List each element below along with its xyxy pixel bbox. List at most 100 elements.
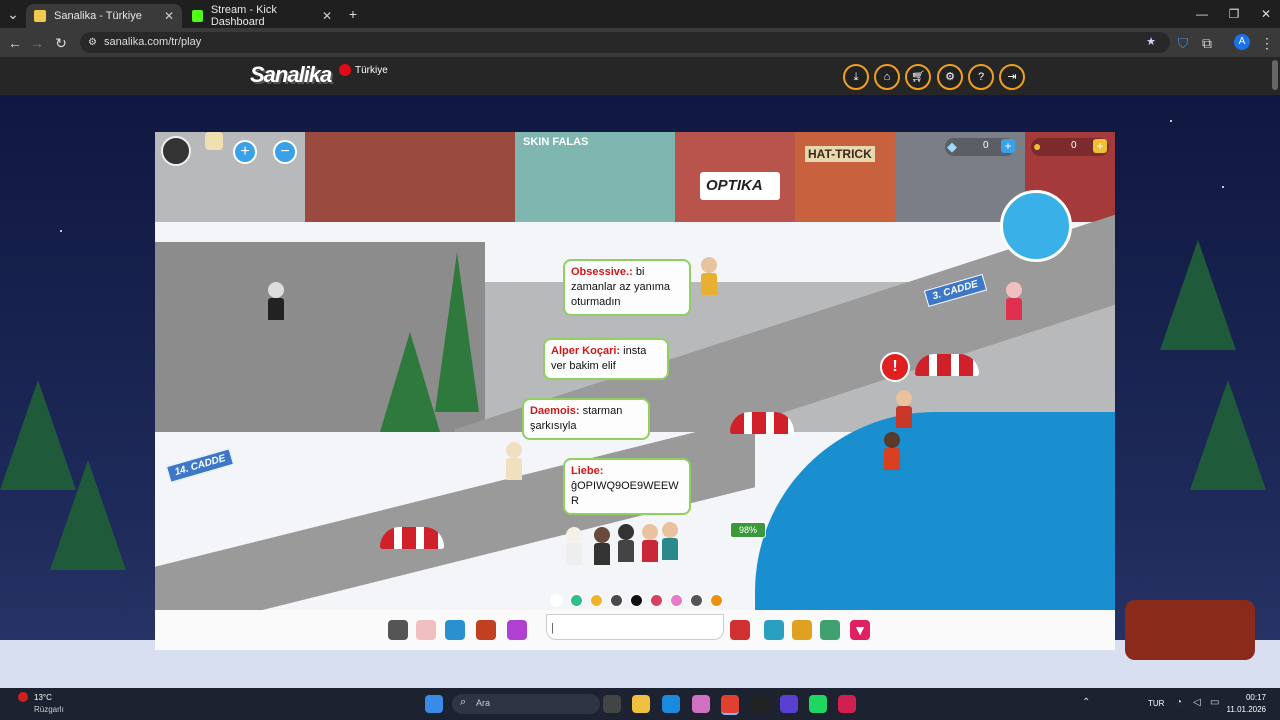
back-icon[interactable]: ←: [6, 34, 24, 52]
site-info-icon[interactable]: ⚙: [88, 32, 97, 53]
bookmark-star-icon[interactable]: ★: [1146, 32, 1156, 53]
dance-icon[interactable]: [445, 620, 465, 640]
zoom-in-button[interactable]: +: [233, 140, 257, 164]
task-view-icon[interactable]: [603, 695, 621, 713]
color-option[interactable]: [630, 594, 643, 607]
profile-avatar[interactable]: A: [1234, 34, 1250, 50]
player-avatar-portrait[interactable]: [161, 136, 191, 166]
spotify-icon[interactable]: [809, 695, 827, 713]
help-icon[interactable]: ?: [968, 64, 994, 90]
taskbar-search[interactable]: ⌕ Ara: [452, 694, 600, 714]
minimize-button[interactable]: —: [1186, 0, 1218, 28]
phone-icon[interactable]: [388, 620, 408, 640]
santa-sleigh: [1125, 600, 1255, 660]
app-icon[interactable]: [751, 695, 769, 713]
app-icon[interactable]: [780, 695, 798, 713]
close-tab-icon[interactable]: ✕: [164, 9, 174, 23]
url-text: sanalika.com/tr/play: [104, 36, 202, 48]
player-avatar[interactable]: [565, 527, 583, 565]
player-avatar[interactable]: [593, 527, 611, 565]
volume-icon[interactable]: ◁: [1193, 697, 1201, 708]
battery-icon[interactable]: ▭: [1210, 697, 1219, 708]
exclamation-alert-icon[interactable]: !: [880, 352, 910, 382]
brick-building: [305, 132, 515, 222]
beach-umbrella[interactable]: [380, 527, 444, 549]
extensions-icon[interactable]: ⧉: [1198, 34, 1216, 52]
quest-icon[interactable]: [820, 620, 840, 640]
pet-icon[interactable]: [764, 620, 784, 640]
region-selector[interactable]: Türkiye: [339, 64, 388, 76]
color-option[interactable]: [550, 594, 563, 607]
new-tab-button[interactable]: +: [344, 5, 362, 23]
copilot-icon[interactable]: [692, 695, 710, 713]
color-option[interactable]: [710, 594, 723, 607]
edge-icon[interactable]: [662, 695, 680, 713]
beach-umbrella[interactable]: [915, 354, 979, 376]
star: [60, 230, 62, 232]
beach-umbrella[interactable]: [730, 412, 794, 434]
zoom-out-button[interactable]: −: [273, 140, 297, 164]
gear-icon[interactable]: ⚙: [937, 64, 963, 90]
logout-icon[interactable]: ⇥: [999, 64, 1025, 90]
player-avatar[interactable]: [883, 432, 901, 470]
forward-icon[interactable]: →: [28, 34, 46, 52]
trophy-icon[interactable]: [792, 620, 812, 640]
address-bar[interactable]: ⚙ sanalika.com/tr/play ★: [80, 32, 1170, 53]
snowy-pine-tree: [1160, 240, 1236, 350]
player-avatar[interactable]: [617, 524, 635, 562]
player-avatar[interactable]: [700, 257, 718, 295]
player-avatar[interactable]: [267, 282, 285, 320]
app-icon[interactable]: [838, 695, 856, 713]
page-scrollbar[interactable]: [1272, 60, 1278, 90]
restore-button[interactable]: ❐: [1218, 0, 1250, 28]
language-indicator[interactable]: TUR: [1148, 699, 1164, 708]
player-avatar[interactable]: [661, 522, 679, 560]
emote-action-icon[interactable]: [507, 620, 527, 640]
color-option[interactable]: [650, 594, 663, 607]
player-avatar[interactable]: [505, 442, 523, 480]
color-option[interactable]: [690, 594, 703, 607]
shield-extension-icon[interactable]: ⛉: [1174, 34, 1192, 52]
color-option[interactable]: [570, 594, 583, 607]
tray-chevron-icon[interactable]: ⌃: [1082, 697, 1090, 708]
coin-count: 0: [1071, 140, 1077, 151]
color-option[interactable]: [610, 594, 623, 607]
tab-search-icon[interactable]: ⌄: [4, 5, 22, 23]
cart-icon[interactable]: 🛒︎: [905, 64, 931, 90]
tab-kick-dashboard[interactable]: Stream - Kick Dashboard ✕: [184, 4, 340, 28]
sanalika-logo[interactable]: Sanalika: [250, 62, 332, 88]
chat-name: Alper Koçari:: [551, 345, 621, 357]
close-tab-icon[interactable]: ✕: [322, 9, 332, 23]
file-explorer-icon[interactable]: [632, 695, 650, 713]
weather-temp[interactable]: 13°C: [34, 693, 52, 702]
start-icon[interactable]: [425, 695, 443, 713]
search-icon: ⌕: [460, 696, 467, 708]
download-icon[interactable]: ⤓: [843, 64, 869, 90]
friends-icon[interactable]: [416, 620, 436, 640]
chrome-icon[interactable]: [721, 695, 739, 715]
snowy-pine-tree: [1190, 380, 1266, 490]
close-window-button[interactable]: ✕: [1250, 0, 1280, 28]
home-icon[interactable]: ⌂: [874, 64, 900, 90]
snowman-event-icon[interactable]: [1000, 190, 1072, 262]
tab-sanalika[interactable]: Sanalika - Türkiye ✕: [26, 4, 182, 28]
player-avatar[interactable]: [641, 524, 659, 562]
color-option[interactable]: [590, 594, 603, 607]
dropdown-menu-icon[interactable]: ▼: [850, 620, 870, 640]
drink-icon[interactable]: [205, 132, 223, 150]
color-option[interactable]: [670, 594, 683, 607]
player-avatar[interactable]: [1005, 282, 1023, 320]
chat-input[interactable]: |: [546, 614, 724, 640]
menu-icon[interactable]: ⋮: [1258, 34, 1276, 52]
chat-text: ĝOPIWQ9OE9WEEWR: [571, 480, 679, 507]
add-coins-button[interactable]: +: [1093, 139, 1107, 153]
gem-counter: ◆ 0 +: [945, 138, 1015, 156]
clock-time[interactable]: 00:17: [1226, 693, 1266, 702]
player-avatar[interactable]: [895, 390, 913, 428]
add-gems-button[interactable]: +: [1001, 139, 1015, 153]
reload-icon[interactable]: ↻: [52, 34, 70, 52]
chat-bubble-icon[interactable]: [730, 620, 750, 640]
wifi-icon[interactable]: ◔: [1176, 697, 1182, 708]
game-viewport[interactable]: SKIN FALAS OPTIKA HAT-TRICK 3. CADDE 14.…: [155, 132, 1115, 610]
inventory-bag-icon[interactable]: [476, 620, 496, 640]
